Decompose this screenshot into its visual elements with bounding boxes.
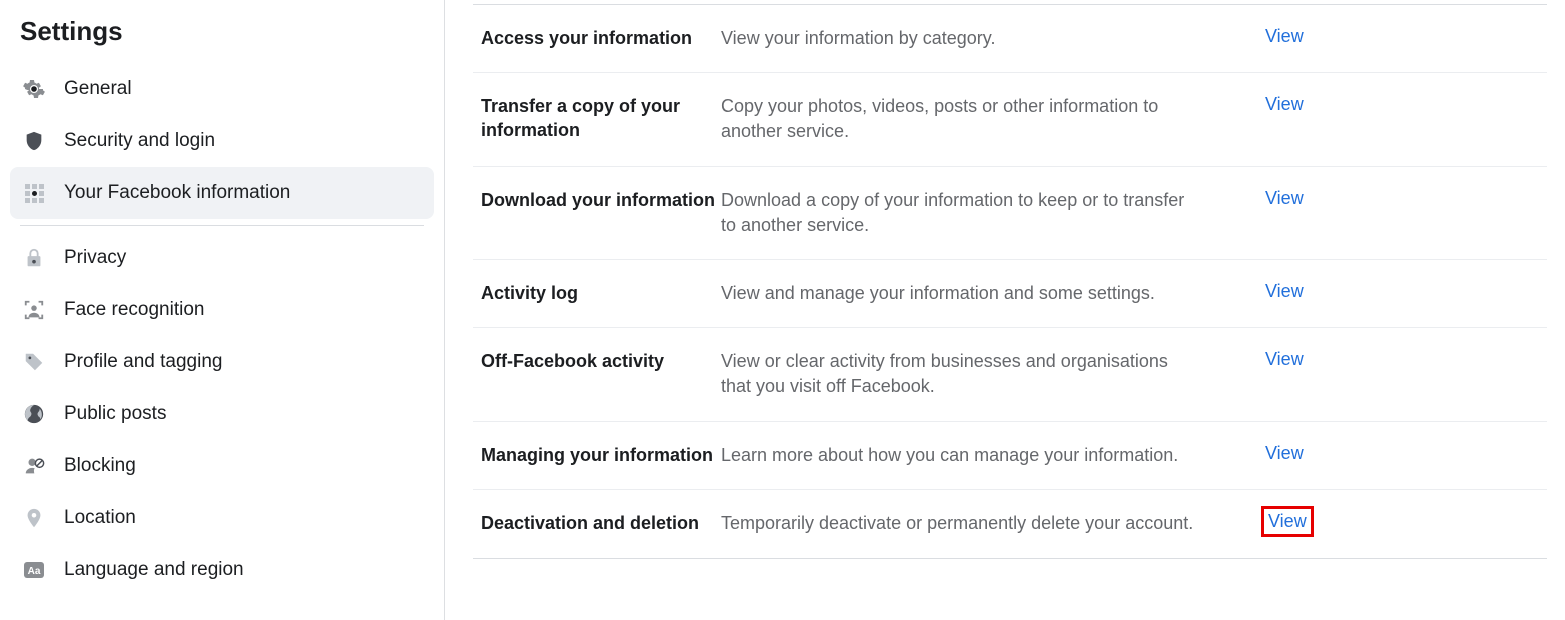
- settings-title: Settings: [20, 16, 434, 47]
- sidebar-item-label: Face recognition: [64, 299, 204, 321]
- sidebar-item-label: Your Facebook information: [64, 182, 290, 204]
- face-recognition-icon: [20, 296, 48, 324]
- row-desc: Copy your photos, videos, posts or other…: [721, 94, 1261, 144]
- sidebar-item-public-posts[interactable]: Public posts: [10, 388, 434, 440]
- row-transfer-copy: Transfer a copy of your information Copy…: [473, 73, 1547, 166]
- sidebar-item-label: Blocking: [64, 455, 136, 477]
- row-title: Managing your information: [481, 443, 721, 467]
- shield-icon: [20, 127, 48, 155]
- sidebar-item-label: Public posts: [64, 403, 166, 425]
- view-link-access-information[interactable]: View: [1261, 26, 1308, 47]
- sidebar-item-label: Security and login: [64, 130, 215, 152]
- row-title: Deactivation and deletion: [481, 511, 721, 535]
- row-desc: Temporarily deactivate or permanently de…: [721, 511, 1261, 536]
- row-managing-information: Managing your information Learn more abo…: [473, 422, 1547, 490]
- sidebar-item-general[interactable]: General: [10, 63, 434, 115]
- globe-icon: [20, 400, 48, 428]
- row-title: Activity log: [481, 281, 721, 305]
- sidebar-item-blocking[interactable]: Blocking: [10, 440, 434, 492]
- grid-dot-icon: [20, 179, 48, 207]
- view-link-deactivation-deletion[interactable]: View: [1261, 506, 1314, 537]
- view-link-download-information[interactable]: View: [1261, 188, 1308, 209]
- main-content: Access your information View your inform…: [445, 0, 1565, 620]
- sidebar-item-face-recognition[interactable]: Face recognition: [10, 284, 434, 336]
- sidebar-item-profile-tagging[interactable]: Profile and tagging: [10, 336, 434, 388]
- svg-text:Aa: Aa: [28, 566, 41, 577]
- language-icon: Aa: [20, 556, 48, 584]
- view-link-off-facebook-activity[interactable]: View: [1261, 349, 1308, 370]
- row-download-information: Download your information Download a cop…: [473, 167, 1547, 260]
- sidebar-divider: [20, 225, 424, 226]
- row-desc: View your information by category.: [721, 26, 1261, 51]
- sidebar-item-security[interactable]: Security and login: [10, 115, 434, 167]
- tag-icon: [20, 348, 48, 376]
- row-title: Transfer a copy of your information: [481, 94, 721, 143]
- sidebar-item-label: General: [64, 78, 132, 100]
- row-deactivation-deletion: Deactivation and deletion Temporarily de…: [473, 490, 1547, 559]
- row-title: Download your information: [481, 188, 721, 212]
- sidebar-item-language-region[interactable]: Aa Language and region: [10, 544, 434, 596]
- row-title: Off-Facebook activity: [481, 349, 721, 373]
- row-access-information: Access your information View your inform…: [473, 5, 1547, 73]
- sidebar-item-label: Language and region: [64, 559, 244, 581]
- row-activity-log: Activity log View and manage your inform…: [473, 260, 1547, 328]
- row-desc: Download a copy of your information to k…: [721, 188, 1261, 238]
- lock-icon: [20, 244, 48, 272]
- location-pin-icon: [20, 504, 48, 532]
- gear-icon: [20, 75, 48, 103]
- sidebar-item-label: Profile and tagging: [64, 351, 222, 373]
- row-title: Access your information: [481, 26, 721, 50]
- view-link-activity-log[interactable]: View: [1261, 281, 1308, 302]
- view-link-transfer-copy[interactable]: View: [1261, 94, 1308, 115]
- sidebar-item-label: Privacy: [64, 247, 126, 269]
- row-desc: View or clear activity from businesses a…: [721, 349, 1261, 399]
- row-off-facebook-activity: Off-Facebook activity View or clear acti…: [473, 328, 1547, 421]
- row-desc: View and manage your information and som…: [721, 281, 1261, 306]
- row-desc: Learn more about how you can manage your…: [721, 443, 1261, 468]
- settings-sidebar: Settings General Security and login: [0, 0, 445, 620]
- sidebar-item-privacy[interactable]: Privacy: [10, 232, 434, 284]
- sidebar-item-label: Location: [64, 507, 136, 529]
- blocking-icon: [20, 452, 48, 480]
- view-link-managing-information[interactable]: View: [1261, 443, 1308, 464]
- sidebar-item-your-facebook-information[interactable]: Your Facebook information: [10, 167, 434, 219]
- sidebar-item-location[interactable]: Location: [10, 492, 434, 544]
